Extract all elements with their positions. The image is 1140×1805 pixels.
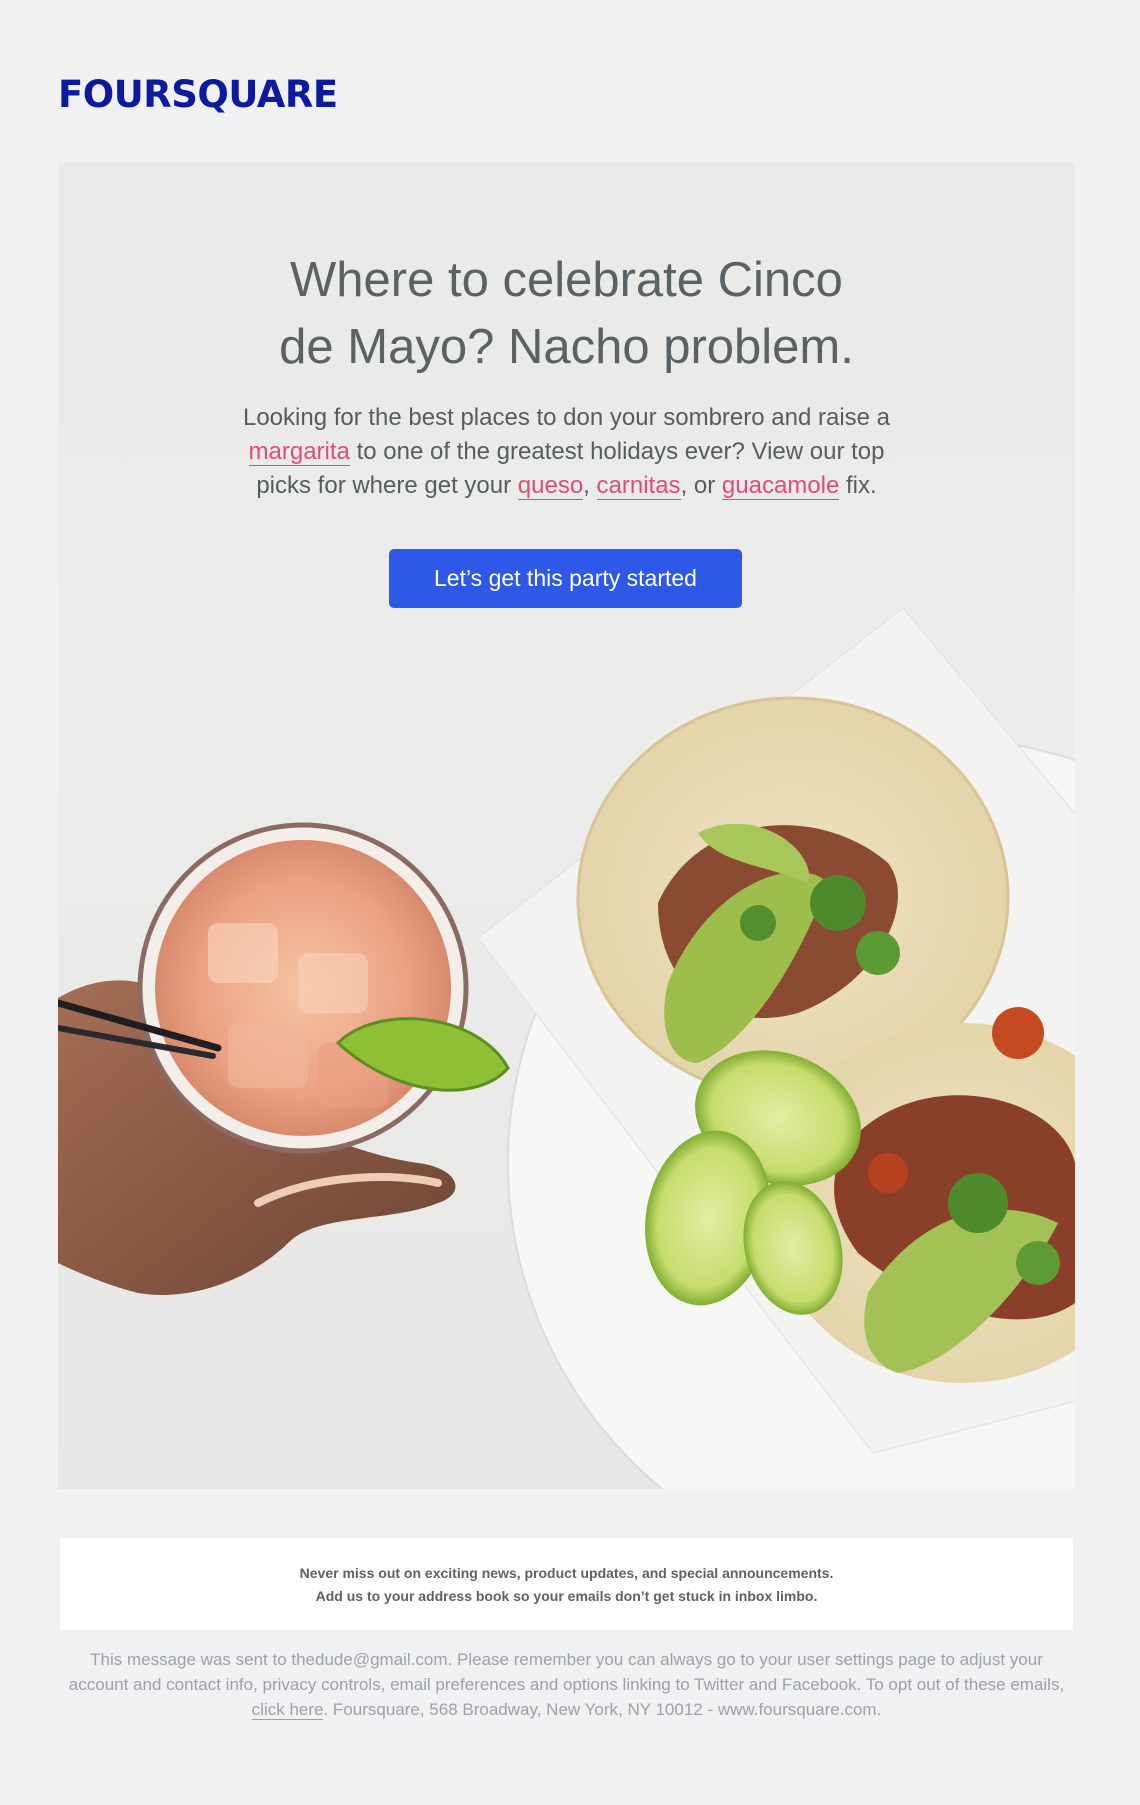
body-text-separator: , xyxy=(583,472,597,499)
hero-body-text: Looking for the best places to don your … xyxy=(218,401,915,503)
link-margarita[interactable]: margarita xyxy=(248,438,350,466)
body-text-part: Looking for the best places to don your … xyxy=(242,404,891,431)
link-queso[interactable]: queso xyxy=(517,472,584,500)
footer-message: This message was sent to thedude@gmail.c… xyxy=(68,1650,1065,1694)
headline: Where to celebrate Cinco de Mayo? Nacho … xyxy=(279,253,854,374)
notice-line-2: Add us to your address book so your emai… xyxy=(315,1588,818,1604)
foursquare-logo[interactable]: FOURSQUARE xyxy=(58,76,338,113)
address-book-notice: Never miss out on exciting news, product… xyxy=(60,1538,1073,1630)
footer-address: . Foursquare, 568 Broadway, New York, NY… xyxy=(323,1700,882,1719)
link-guacamole[interactable]: guacamole xyxy=(721,472,840,500)
notice-line-1: Never miss out on exciting news, product… xyxy=(299,1565,834,1581)
party-cta-button[interactable]: Let’s get this party started xyxy=(389,549,742,608)
body-text-separator: , or xyxy=(680,472,722,499)
body-text-part: fix. xyxy=(839,472,877,499)
footer-text: This message was sent to thedude@gmail.c… xyxy=(60,1647,1073,1722)
hero-banner: Where to celebrate Cinco de Mayo? Nacho … xyxy=(58,163,1075,1489)
link-carnitas[interactable]: carnitas xyxy=(596,472,681,500)
unsubscribe-link[interactable]: click here xyxy=(251,1700,324,1720)
